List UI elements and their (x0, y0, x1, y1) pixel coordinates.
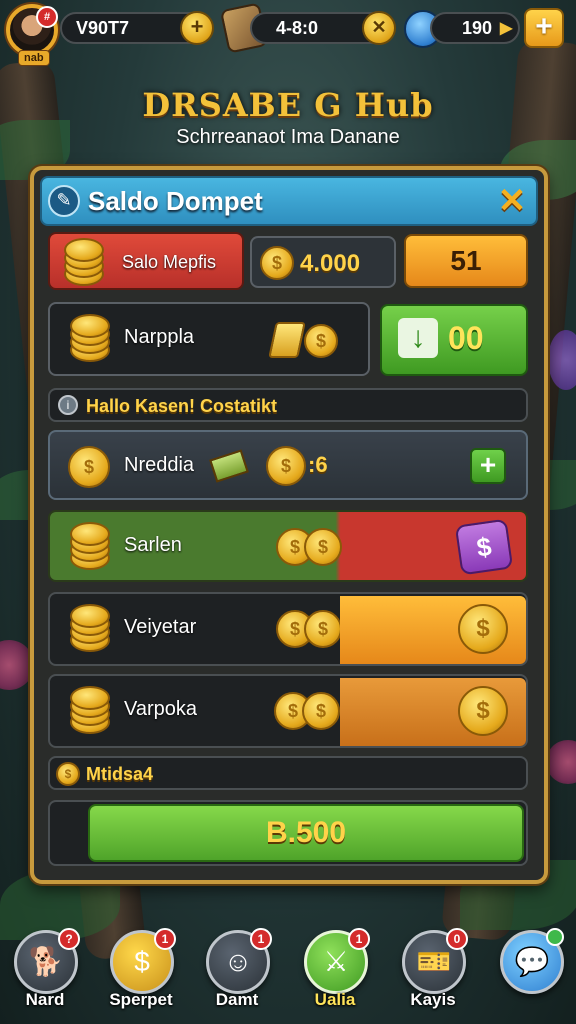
currency-3-pill: 190 ▶ (430, 12, 520, 44)
wallet-row-3[interactable]: Veiyetar $ $ $ (48, 592, 528, 666)
gold-bar-icon (268, 322, 306, 358)
wallet-panel: ✎ Saldo Dompet ✕ Salo Mepfis $ 4.000 51 … (30, 166, 548, 884)
balance-amount: 4.000 (300, 250, 361, 277)
nav-badge: ? (58, 928, 80, 950)
balance-label: Salo Mepfis (122, 252, 217, 272)
balance-count: 51 (450, 245, 482, 276)
coin-stack-icon (66, 522, 116, 572)
coin-icon: $ (304, 324, 338, 358)
info-icon: i (58, 395, 78, 415)
wallet-row-1[interactable]: $ Nreddia $ :6 + (48, 430, 528, 500)
download-button[interactable]: ↓ 00 (380, 304, 528, 376)
player-level-tag: nab (18, 50, 50, 66)
total-button[interactable]: B.500 (88, 804, 524, 862)
nav-item-damt[interactable]: ☺ 1 Damt (200, 928, 274, 1020)
coin-icon: $ (266, 446, 306, 486)
nav-badge: 1 (154, 928, 176, 950)
player-avatar[interactable]: # (6, 4, 58, 56)
balance-label-box: Salo Mepfis (48, 232, 244, 290)
close-button[interactable]: ✕ (494, 184, 530, 220)
coin-stack-icon (60, 238, 110, 288)
page-title: DRSABE G Hub (142, 86, 434, 124)
coin-icon: $ (304, 528, 342, 566)
nav-label: Ualia (314, 990, 356, 1009)
page-subtitle: Schrreanaot Ima Danane (176, 126, 400, 148)
total-button-label: B.500 (265, 816, 347, 849)
nav-label: Kayis (410, 990, 456, 1009)
coin-icon: $ (304, 610, 342, 648)
coin-stack-icon (66, 604, 116, 654)
wallet-row-2-label: Sarlen (124, 534, 182, 556)
add-currency-button[interactable]: + (524, 8, 564, 48)
section-header-2: $ Mtidsa4 (48, 756, 528, 790)
chevron-right-icon: ▶ (500, 20, 513, 37)
balance-count-button[interactable]: 51 (404, 234, 528, 288)
panel-header: ✎ Saldo Dompet ✕ (40, 176, 538, 226)
section-header-1: i Hallo Kasen! Costatikt (48, 388, 528, 422)
nav-badge: 1 (250, 928, 272, 950)
coin-icon: $ (302, 692, 340, 730)
withdraw-label: Narppla (124, 326, 195, 348)
coin-icon: $ (56, 762, 80, 786)
coin-icon: $ (260, 246, 294, 280)
nav-label: Sperpet (109, 990, 173, 1009)
panel-title: Saldo Dompet (88, 185, 263, 216)
currency-2-cancel-button[interactable]: ✕ (362, 11, 396, 45)
nav-label: Damt (215, 990, 259, 1009)
coin-icon: $ (68, 446, 110, 488)
coin-stack-icon (66, 314, 116, 364)
nav-badge: 1 (348, 928, 370, 950)
wallet-row-3-action[interactable]: $ (340, 596, 526, 664)
balance-amount-box: $ 4.000 (250, 236, 396, 288)
nav-badge: 0 (446, 928, 468, 950)
pen-icon: ✎ (48, 185, 80, 217)
online-indicator (546, 928, 564, 946)
currency-1-value: V90T7 (76, 17, 130, 38)
top-bar: # nab V90T7 + 4-8:0 ✕ 190 ▶ + (0, 0, 576, 66)
wallet-row-4-label: Varpoka (124, 698, 198, 720)
coin-icon: $ (458, 604, 508, 654)
wallet-row-4[interactable]: Varpoka $ $ $ (48, 674, 528, 748)
currency-2-value: 4-8:0 (276, 17, 319, 38)
arrow-down-icon: ↓ (398, 318, 438, 358)
add-button[interactable]: + (470, 448, 506, 484)
coin-icon: $ (458, 686, 508, 736)
section-1-label: Hallo Kasen! Costatikt (86, 396, 278, 416)
nav-item-ualia[interactable]: ⚔ 1 Ualia (298, 928, 372, 1020)
currency-3-value: 190 (462, 17, 493, 38)
nav-label: Nard (25, 990, 65, 1009)
wallet-row-3-label: Veiyetar (124, 616, 197, 638)
section-2-label: Mtidsa4 (86, 764, 154, 784)
download-value: 00 (448, 320, 484, 356)
wallet-row-4-action[interactable]: $ (340, 678, 526, 746)
currency-1-add-button[interactable]: + (180, 11, 214, 45)
withdraw-row: Narppla $ (48, 302, 370, 376)
nav-item-kayis[interactable]: 🎫 0 Kayis (396, 928, 470, 1020)
nav-item-chat[interactable]: 💬 (494, 928, 568, 1020)
nav-item-nard[interactable]: 🐕 ? Nard (8, 928, 82, 1020)
bottom-navigation (0, 924, 576, 1024)
wallet-row-1-amount: :6 (308, 452, 328, 477)
gem-bag-icon: $ (454, 518, 514, 576)
coin-stack-icon (66, 686, 116, 736)
nav-item-sperpet[interactable]: $ 1 Sperpet (104, 928, 178, 1020)
avatar-badge: # (36, 6, 58, 28)
total-row: B.500 (48, 800, 528, 866)
wallet-row-2[interactable]: Sarlen $ $ $ (48, 510, 528, 582)
cash-icon (209, 449, 249, 483)
wallet-row-1-label: Nreddia (124, 454, 195, 476)
